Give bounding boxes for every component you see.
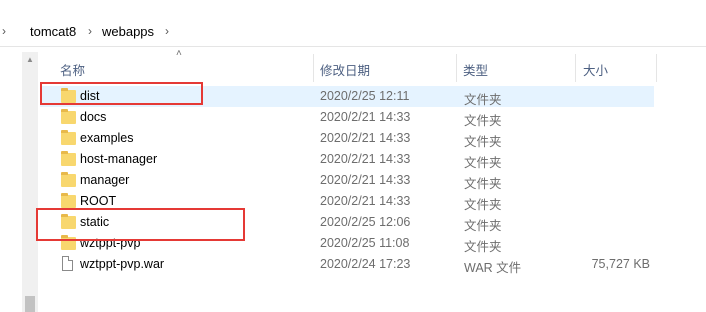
- file-type: WAR 文件: [464, 261, 522, 275]
- chevron-right-icon[interactable]: ›: [2, 24, 6, 38]
- file-date: 2020/2/24 17:23: [320, 257, 411, 271]
- list-item[interactable]: manager 2020/2/21 14:33 文件夹: [40, 170, 654, 191]
- column-header-date[interactable]: 修改日期: [320, 60, 370, 79]
- column-divider[interactable]: [656, 54, 657, 82]
- breadcrumb: › tomcat8 › webapps ›: [0, 18, 706, 47]
- file-date: 2020/2/25 11:08: [320, 236, 410, 250]
- breadcrumb-item-tomcat8[interactable]: tomcat8: [30, 24, 76, 39]
- column-header-name[interactable]: 名称: [60, 60, 85, 79]
- file-icon: [62, 256, 73, 271]
- column-header-size[interactable]: 大小: [583, 60, 608, 79]
- column-divider[interactable]: [456, 54, 457, 82]
- folder-icon: [61, 88, 76, 103]
- file-date: 2020/2/21 14:33: [320, 110, 411, 124]
- file-type: 文件夹: [464, 240, 502, 254]
- file-name: dist: [80, 89, 100, 103]
- file-name: static: [80, 215, 110, 229]
- list-item[interactable]: dist 2020/2/25 12:11 文件夹: [40, 86, 654, 107]
- file-type: 文件夹: [464, 156, 502, 170]
- file-name: host-manager: [80, 152, 158, 166]
- file-name: wztppt-pvp.war: [80, 257, 165, 271]
- file-date: 2020/2/25 12:06: [320, 215, 411, 229]
- file-size: 75,727 KB: [591, 257, 650, 271]
- list-item[interactable]: examples 2020/2/21 14:33 文件夹: [40, 128, 654, 149]
- folder-icon: [61, 130, 76, 145]
- file-type: 文件夹: [464, 114, 502, 128]
- folder-icon: [61, 235, 76, 250]
- file-name: examples: [80, 131, 134, 145]
- scroll-up-arrow-icon[interactable]: ▲: [22, 52, 38, 68]
- scroll-thumb[interactable]: [25, 296, 35, 312]
- folder-icon: [61, 214, 76, 229]
- file-type: 文件夹: [464, 93, 502, 107]
- column-header-type[interactable]: 类型: [463, 60, 488, 79]
- file-date: 2020/2/21 14:33: [320, 173, 411, 187]
- file-date: 2020/2/21 14:33: [320, 194, 411, 208]
- file-date: 2020/2/21 14:33: [320, 131, 411, 145]
- list-item[interactable]: host-manager 2020/2/21 14:33 文件夹: [40, 149, 654, 170]
- folder-icon: [61, 109, 76, 124]
- list-item[interactable]: ROOT 2020/2/21 14:33 文件夹: [40, 191, 654, 212]
- file-name: ROOT: [80, 194, 117, 208]
- column-divider[interactable]: [575, 54, 576, 82]
- file-type: 文件夹: [464, 198, 502, 212]
- list-item[interactable]: wztppt-pvp.war 2020/2/24 17:23 WAR 文件 75,72…: [40, 254, 654, 275]
- list-item[interactable]: static 2020/2/25 12:06 文件夹: [40, 212, 654, 233]
- folder-icon: [61, 172, 76, 187]
- file-date: 2020/2/21 14:33: [320, 152, 411, 166]
- folder-icon: [61, 193, 76, 208]
- folder-icon: [61, 151, 76, 166]
- chevron-right-icon[interactable]: ›: [165, 24, 169, 38]
- file-type: 文件夹: [464, 135, 502, 149]
- chevron-right-icon[interactable]: ›: [88, 24, 92, 38]
- file-name: docs: [80, 110, 107, 124]
- file-type: 文件夹: [464, 219, 502, 233]
- file-date: 2020/2/25 12:11: [320, 89, 410, 103]
- file-name: manager: [80, 173, 130, 187]
- vertical-scrollbar[interactable]: ▲: [22, 52, 38, 312]
- sort-ascending-icon: ˄: [176, 48, 182, 59]
- file-type: 文件夹: [464, 177, 502, 191]
- list-item[interactable]: wztppt-pvp 2020/2/25 11:08 文件夹: [40, 233, 654, 254]
- column-divider[interactable]: [313, 54, 314, 82]
- list-item[interactable]: docs 2020/2/21 14:33 文件夹: [40, 107, 654, 128]
- file-name: wztppt-pvp: [80, 236, 141, 250]
- breadcrumb-item-webapps[interactable]: webapps: [102, 24, 154, 39]
